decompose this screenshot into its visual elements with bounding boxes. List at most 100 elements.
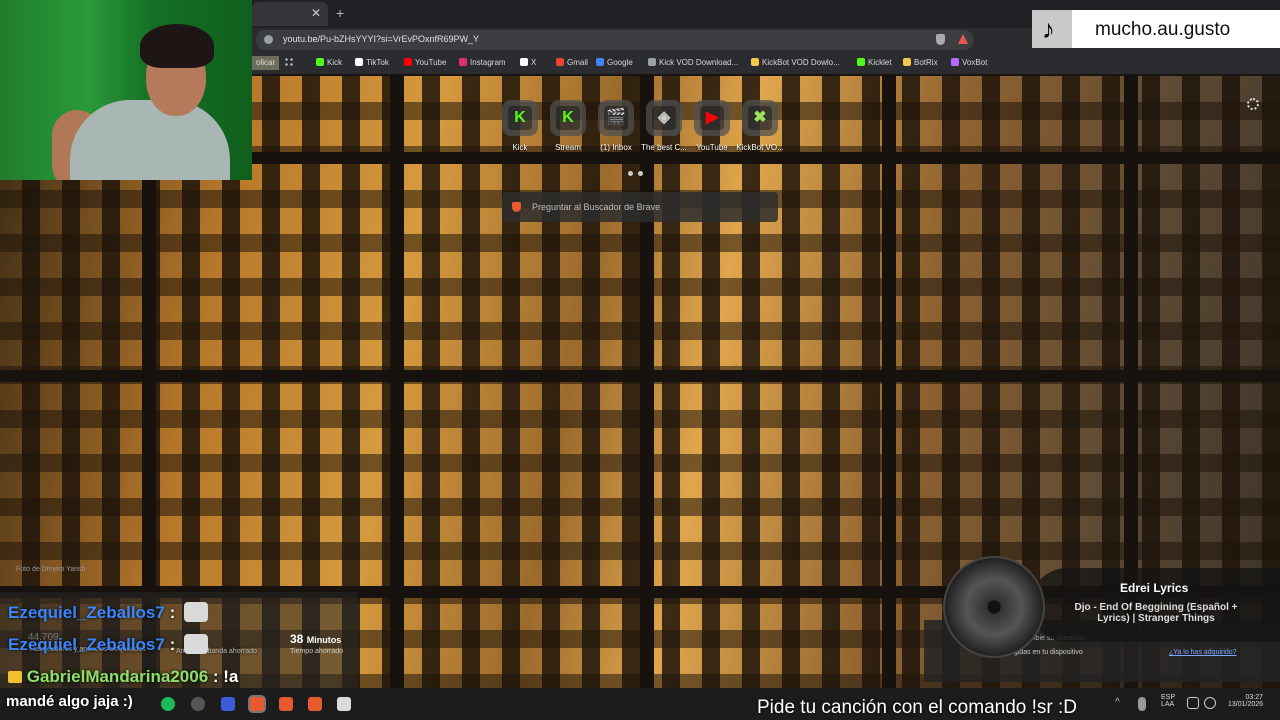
url-text[interactable]: youtu.be/Pu-bZHsYYYI?si=VrEvPOxnfR69PW_Y bbox=[283, 34, 479, 44]
site-icon: ◈ bbox=[652, 106, 676, 130]
photo-credit[interactable]: Foto de Dmytro Yarish bbox=[16, 566, 85, 573]
file-icon[interactable] bbox=[337, 697, 351, 711]
tiktok-icon: ♪ bbox=[1042, 14, 1055, 44]
brave-logo-icon bbox=[512, 202, 521, 212]
bookmark-partial[interactable]: olicar bbox=[252, 56, 280, 70]
bookmark-item[interactable]: Kicklet bbox=[857, 58, 892, 67]
webcam-person-body bbox=[70, 100, 230, 180]
site-icon: ✖ bbox=[748, 106, 772, 130]
album-disc-icon bbox=[943, 556, 1045, 658]
search-placeholder[interactable]: Preguntar al Buscador de Brave bbox=[532, 202, 660, 212]
bookmark-item[interactable]: Kick VOD Download... bbox=[648, 58, 738, 67]
bookmark-item[interactable]: Kick bbox=[316, 58, 342, 67]
speed-dial-label[interactable]: KickBot VO... bbox=[730, 143, 790, 152]
bookmark-item[interactable]: KickBot VOD Dowlo... bbox=[751, 58, 840, 67]
chat-username: Ezequiel_Zeballos7 bbox=[8, 635, 165, 654]
bookmark-label: TikTok bbox=[366, 58, 389, 67]
bookmark-item[interactable]: Gmail bbox=[556, 58, 588, 67]
now-playing-song: Djo - End Of Beggining (Español + Lyrics… bbox=[1074, 602, 1238, 624]
bookmark-item[interactable]: VoxBot bbox=[951, 58, 987, 67]
site-icon: 🎬 bbox=[604, 106, 628, 130]
bookmark-item[interactable]: Instagram bbox=[459, 58, 506, 67]
bookmark-label: VoxBot bbox=[962, 58, 988, 67]
crown-icon bbox=[8, 671, 22, 683]
network-icon[interactable] bbox=[1187, 697, 1199, 709]
close-icon[interactable]: ✕ bbox=[311, 6, 321, 20]
apps-grid-icon[interactable] bbox=[284, 57, 294, 67]
bookmark-favicon-icon bbox=[857, 58, 865, 66]
bookmark-favicon-icon bbox=[355, 58, 363, 66]
bookmark-label: Kick VOD Download... bbox=[659, 58, 739, 67]
chat-continuation: mandé algo jaja :) bbox=[6, 693, 133, 710]
cat-emote-icon bbox=[183, 602, 208, 622]
bookmark-item[interactable]: YouTube bbox=[404, 58, 446, 67]
bookmark-favicon-icon bbox=[459, 58, 467, 66]
bookmark-favicon-icon bbox=[520, 58, 528, 66]
minutes-unit: Minutos bbox=[306, 635, 342, 645]
brave-icon[interactable] bbox=[279, 697, 293, 711]
app-icon[interactable] bbox=[221, 697, 235, 711]
site-icon: K bbox=[556, 106, 580, 130]
page-indicator[interactable] bbox=[628, 163, 648, 181]
brave-rewards-icon[interactable] bbox=[958, 34, 968, 44]
chat-username: Ezequiel_Zeballos7 bbox=[8, 603, 165, 622]
obs-icon[interactable] bbox=[191, 697, 205, 711]
brave-icon[interactable] bbox=[250, 697, 264, 711]
webcam-person-hair bbox=[140, 24, 214, 68]
new-tab-button[interactable]: + bbox=[336, 5, 344, 21]
brave-shield-icon[interactable] bbox=[936, 34, 945, 45]
gear-icon[interactable] bbox=[1247, 98, 1259, 110]
speed-dial-tile[interactable]: ✖ bbox=[742, 100, 778, 136]
speed-dial-tile[interactable]: K bbox=[550, 100, 586, 136]
now-playing-channel: Edrei Lyrics bbox=[1120, 581, 1189, 595]
bookmark-label: Gmail bbox=[567, 58, 588, 67]
bookmark-item[interactable]: X bbox=[520, 58, 536, 67]
bookmark-favicon-icon bbox=[316, 58, 324, 66]
microphone-icon[interactable] bbox=[1138, 697, 1146, 711]
bookmark-label: BotRix bbox=[914, 58, 938, 67]
language-indicator[interactable]: ESP LAA bbox=[1161, 694, 1175, 708]
speed-dial-tile[interactable]: 🎬 bbox=[598, 100, 634, 136]
chat-message: Ezequiel_Zeballos7 : bbox=[8, 602, 208, 623]
chat-text: : !a bbox=[212, 667, 239, 686]
chat-text: : bbox=[169, 603, 176, 622]
clock-date: 13/01/2026 bbox=[1228, 701, 1264, 708]
bookmark-favicon-icon bbox=[404, 58, 412, 66]
bookmark-item[interactable]: Google bbox=[596, 58, 633, 67]
song-request-caption: Pide tu canción con el comando !sr :D bbox=[757, 697, 1078, 718]
bookmark-label: YouTube bbox=[415, 58, 447, 67]
popup-link[interactable]: ¿Ya lo has adquirido? bbox=[1169, 649, 1237, 656]
minutes-saved: 38 Minutos bbox=[290, 632, 341, 646]
minutes-value: 38 bbox=[290, 632, 304, 646]
bookmark-label: Instagram bbox=[470, 58, 506, 67]
clock-time: 03:27 bbox=[1245, 694, 1264, 701]
bookmark-label: X bbox=[531, 58, 537, 67]
site-info-icon[interactable] bbox=[264, 35, 273, 44]
site-icon: ▶ bbox=[700, 106, 724, 130]
bookmark-favicon-icon bbox=[556, 58, 564, 66]
bookmark-favicon-icon bbox=[903, 58, 911, 66]
bookmark-label: Kicklet bbox=[868, 58, 892, 67]
language-code: ESP bbox=[1161, 694, 1176, 701]
bookmark-favicon-icon bbox=[751, 58, 759, 66]
bookmark-item[interactable]: TikTok bbox=[355, 58, 389, 67]
chat-text: : bbox=[169, 635, 176, 654]
clock[interactable]: 03:27 13/01/2026 bbox=[1228, 694, 1263, 708]
chat-username: GabrielMandarina2006 bbox=[26, 667, 209, 686]
bookmark-label: Kick bbox=[327, 58, 343, 67]
brave-icon[interactable] bbox=[308, 697, 322, 711]
speed-dial-tile[interactable]: ◈ bbox=[646, 100, 682, 136]
bookmark-label: Google bbox=[607, 58, 633, 67]
speed-dial-tile[interactable]: K bbox=[502, 100, 538, 136]
bookmark-favicon-icon bbox=[596, 58, 604, 66]
volume-icon[interactable] bbox=[1204, 697, 1216, 709]
webcam-feed bbox=[0, 0, 252, 180]
chat-message: GabrielMandarina2006 : !a bbox=[8, 667, 238, 687]
chevron-up-icon[interactable]: ^ bbox=[1115, 697, 1123, 711]
chat-message: Ezequiel_Zeballos7 : bbox=[8, 634, 208, 655]
grid-bar bbox=[0, 370, 1280, 382]
speed-dial-tile[interactable]: ▶ bbox=[694, 100, 730, 136]
bookmark-item[interactable]: BotRix bbox=[903, 58, 938, 67]
spotify-icon[interactable] bbox=[161, 697, 175, 711]
bookmark-favicon-icon bbox=[951, 58, 959, 66]
